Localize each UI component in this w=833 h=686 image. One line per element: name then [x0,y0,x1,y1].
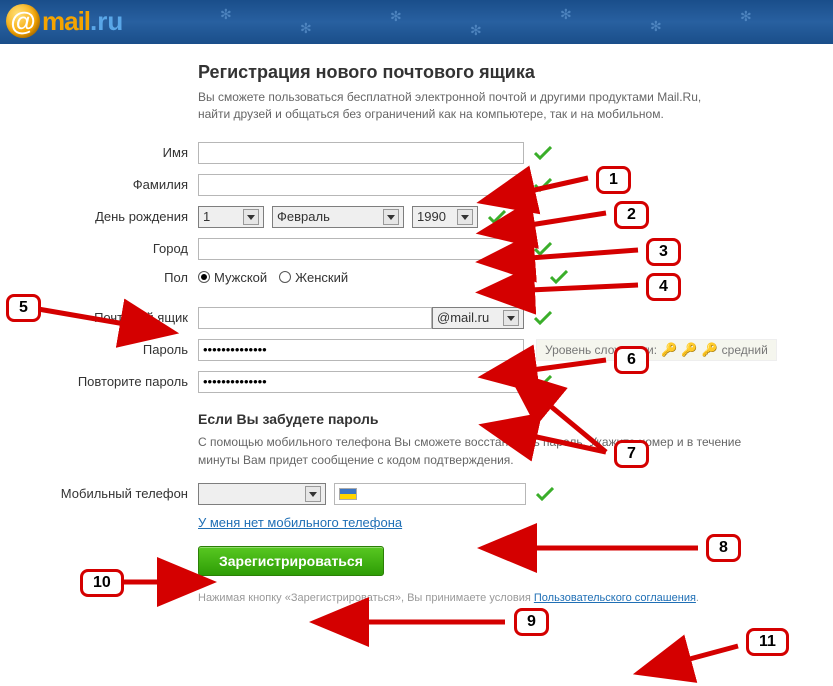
label-last-name: Фамилия [30,177,198,192]
site-header: ✻ ✻ ✻ ✻ ✻ ✻ ✻ @ mail .ru [0,0,833,44]
key-icon: 🔑 [681,342,697,358]
radio-dot-icon [279,271,291,283]
logo-text-ru: .ru [90,6,123,37]
row-birthday: День рождения 1 Февраль 1990 [30,206,803,228]
check-icon [534,178,552,192]
gender-male-label: Мужской [214,270,267,285]
label-password-repeat: Повторите пароль [30,374,198,389]
page-title: Регистрация нового почтового ящика [198,62,803,83]
row-last-name: Фамилия [30,174,803,196]
password-repeat-input[interactable] [198,371,524,393]
label-mailbox: Почтовый ящик [30,310,198,325]
terms-link[interactable]: Пользовательского соглашения [534,592,696,604]
label-gender: Пол [30,270,198,285]
gender-female-label: Женский [295,270,348,285]
mobile-country-select[interactable] [198,483,326,505]
chevron-down-icon [243,209,259,225]
check-icon [534,242,552,256]
birthday-year-select[interactable]: 1990 [412,206,478,228]
chevron-down-icon [457,209,473,225]
forgot-text: С помощью мобильного телефона Вы сможете… [198,433,758,469]
row-city: Город [30,238,803,260]
birthday-day-select[interactable]: 1 [198,206,264,228]
mailbox-domain-select[interactable]: @mail.ru [432,307,524,329]
last-name-input[interactable] [198,174,524,196]
birthday-month-value: Февраль [277,209,330,224]
forgot-title: Если Вы забудете пароль [198,411,803,427]
chevron-down-icon [503,310,519,326]
register-button[interactable]: Зарегистрироваться [198,546,384,576]
check-icon [534,146,552,160]
check-icon [536,487,554,501]
mobile-number-input[interactable] [361,485,521,503]
mailbox-user-input[interactable] [198,307,432,329]
gender-female-radio[interactable]: Женский [279,270,348,285]
city-input[interactable] [198,238,524,260]
chevron-down-icon [383,209,399,225]
label-password: Пароль [30,342,198,357]
birthday-day-value: 1 [203,209,210,224]
row-password: Пароль Уровень сложности: 🔑 🔑 🔑 средний [30,339,803,361]
page-subtitle: Вы сможете пользоваться бесплатной элект… [198,89,718,124]
password-strength-label: Уровень сложности: [545,343,657,357]
no-mobile-link[interactable]: У меня нет мобильного телефона [198,515,402,530]
label-birthday: День рождения [30,209,198,224]
annotation-overlay: 1 2 3 4 5 6 7 8 9 10 11 [0,44,833,624]
password-input[interactable] [198,339,524,361]
logo[interactable]: @ mail .ru [6,4,123,38]
logo-at-icon: @ [6,4,40,38]
key-icon: 🔑 [701,342,717,358]
logo-text-mail: mail [42,6,90,37]
row-gender: Пол Мужской Женский [30,270,803,285]
footer: Нажимая кнопку «Зарегистрироваться», Вы … [198,592,803,604]
footer-prefix: Нажимая кнопку «Зарегистрироваться», Вы … [198,592,534,604]
callout: 11 [746,628,789,656]
row-mailbox: Почтовый ящик @mail.ru [30,307,803,329]
birthday-year-value: 1990 [417,209,446,224]
password-strength-badge: Уровень сложности: 🔑 🔑 🔑 средний [536,339,777,361]
row-mobile: Мобильный телефон [30,483,803,505]
first-name-input[interactable] [198,142,524,164]
radio-dot-icon [198,271,210,283]
label-first-name: Имя [30,145,198,160]
check-icon [534,375,552,389]
ukraine-flag-icon [339,488,357,500]
callout: 9 [514,608,549,636]
mailbox-domain-value: @mail.ru [437,310,489,325]
row-first-name: Имя [30,142,803,164]
label-city: Город [30,241,198,256]
label-mobile: Мобильный телефон [30,486,198,501]
gender-male-radio[interactable]: Мужской [198,270,267,285]
birthday-month-select[interactable]: Февраль [272,206,404,228]
check-icon [488,210,506,224]
mobile-number-wrap [334,483,526,505]
password-strength-level: средний [722,343,768,357]
key-icon: 🔑 [661,342,677,358]
check-icon [550,270,568,284]
row-password-repeat: Повторите пароль [30,371,803,393]
check-icon [534,311,552,325]
chevron-down-icon [305,486,321,502]
